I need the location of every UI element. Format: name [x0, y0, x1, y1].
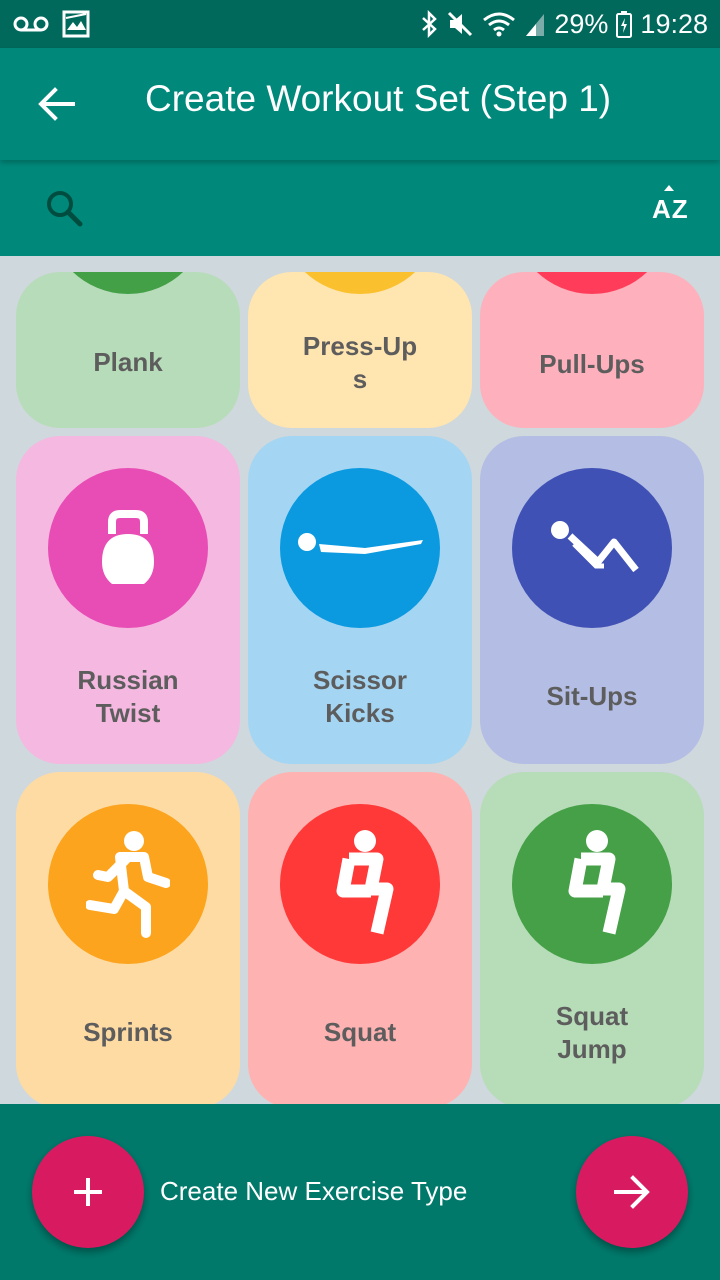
exercise-card-pull-ups[interactable]: Pull-Ups [480, 272, 704, 428]
sit-ups-icon [551, 521, 639, 573]
caret-up-icon [664, 185, 674, 191]
exercise-card-squat-jump[interactable]: Squat Jump [480, 772, 704, 1104]
exercise-circle [280, 804, 440, 964]
exercise-circle [280, 468, 440, 628]
next-step-button[interactable] [576, 1136, 688, 1248]
exercise-label: Squat [323, 1017, 397, 1047]
exercise-circle [512, 272, 672, 294]
back-button[interactable] [22, 70, 90, 138]
kettlebell-icon [102, 510, 154, 584]
exercise-card-squat[interactable]: Squat [248, 772, 472, 1104]
page-title: Create Workout Set (Step 1) [145, 78, 612, 119]
signal-icon [524, 10, 546, 38]
exercise-label: Russian Twist [77, 665, 179, 728]
exercise-label: Press-Up s [302, 331, 418, 394]
exercise-circle [48, 804, 208, 964]
exercise-circle [512, 468, 672, 628]
battery-charging-icon [616, 10, 633, 38]
status-right-icons: 29% 19:28 [420, 6, 708, 42]
exercise-card-plank[interactable]: Plank [16, 272, 240, 428]
status-bar: 29% 19:28 [0, 0, 720, 48]
search-bar [0, 160, 720, 256]
exercise-card-sprints[interactable]: Sprints [16, 772, 240, 1104]
exercise-label: Pull-Ups [539, 349, 645, 379]
wifi-icon [482, 10, 516, 38]
add-exercise-type-button[interactable] [32, 1136, 144, 1248]
mute-icon [446, 10, 474, 38]
running-icon [86, 831, 170, 938]
clock: 19:28 [640, 8, 708, 39]
exercise-card-press-ups[interactable]: Press-Up s [248, 272, 472, 428]
plus-icon [74, 1178, 102, 1206]
exercise-circle [48, 468, 208, 628]
sort-az-label: AZ [652, 194, 689, 224]
arrow-back-icon [38, 87, 75, 121]
app-bar: Create Workout Set (Step 1) [0, 48, 720, 160]
exercise-label: Sprints [83, 1017, 173, 1047]
exercise-label: Scissor Kicks [313, 665, 407, 728]
exercise-card-scissor-kicks[interactable]: Scissor Kicks [248, 436, 472, 764]
exercise-circle [512, 804, 672, 964]
arrow-forward-icon [614, 1175, 650, 1209]
scissor-kicks-icon [298, 533, 423, 554]
bluetooth-icon [420, 10, 438, 38]
squat-jump-icon [568, 830, 626, 935]
exercise-card-russian-twist[interactable]: Russian Twist [16, 436, 240, 764]
exercise-label: Plank [93, 347, 163, 377]
exercise-grid: Plank Press-Up s Pull-Ups Russian Twist … [0, 256, 720, 1104]
exercise-circle [48, 272, 208, 294]
voicemail-icon [12, 14, 50, 34]
battery-percent: 29% [554, 8, 609, 39]
search-icon [47, 191, 83, 227]
search-button[interactable] [34, 180, 94, 236]
gallery-notification-icon [62, 10, 90, 38]
squat-icon [336, 830, 394, 935]
exercise-label: Sit-Ups [546, 681, 638, 711]
status-left-icons [12, 8, 90, 40]
sort-az-button[interactable]: AZ [640, 182, 704, 238]
exercise-circle [280, 272, 440, 294]
exercise-label: Squat Jump [555, 1001, 629, 1064]
exercise-card-sit-ups[interactable]: Sit-Ups [480, 436, 704, 764]
create-exercise-label[interactable]: Create New Exercise Type [160, 1176, 467, 1207]
